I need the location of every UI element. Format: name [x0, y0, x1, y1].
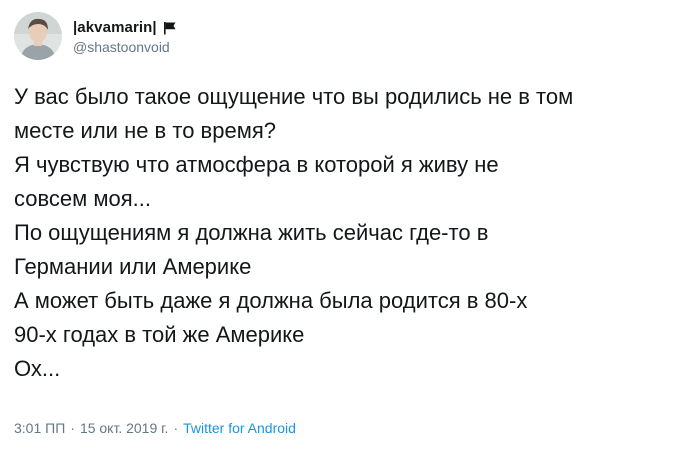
tweet-meta: 3:01 ПП · 15 окт. 2019 г. · Twitter for … [14, 420, 296, 436]
black-flag-icon [163, 21, 177, 35]
author-names: |akvamarin| @shastoonvoid [73, 18, 177, 55]
tweet-card: |akvamarin| @shastoonvoid У вас было так… [0, 0, 700, 453]
tweet-time[interactable]: 3:01 ПП [14, 420, 65, 436]
tweet-line: По ощущениям я должна жить сейчас где-то… [14, 220, 489, 245]
tweet-text: У вас было такое ощущение что вы родилис… [14, 80, 686, 386]
tweet-line: совсем моя... [14, 186, 152, 211]
user-avatar[interactable] [14, 12, 62, 60]
tweet-line: месте или не в то время? [14, 118, 276, 143]
tweet-date[interactable]: 15 окт. 2019 г. [80, 420, 169, 436]
tweet-line: 90-х годах в той же Америке [14, 322, 305, 347]
display-name-row: |akvamarin| [73, 18, 177, 38]
display-name[interactable]: |akvamarin| [73, 19, 157, 36]
user-handle[interactable]: @shastoonvoid [73, 39, 177, 55]
tweet-line: Германии или Америке [14, 254, 252, 279]
meta-separator: · [70, 420, 75, 436]
meta-separator: · [173, 420, 179, 436]
tweet-line: А может быть даже я должна была родится … [14, 288, 528, 313]
tweet-line: У вас было такое ощущение что вы родилис… [14, 84, 574, 109]
tweet-header: |akvamarin| @shastoonvoid [14, 10, 177, 62]
tweet-line: Ох... [14, 356, 61, 381]
tweet-source-link[interactable]: Twitter for Android [183, 420, 296, 436]
tweet-line: Я чувствую что атмосфера в которой я жив… [14, 152, 499, 177]
